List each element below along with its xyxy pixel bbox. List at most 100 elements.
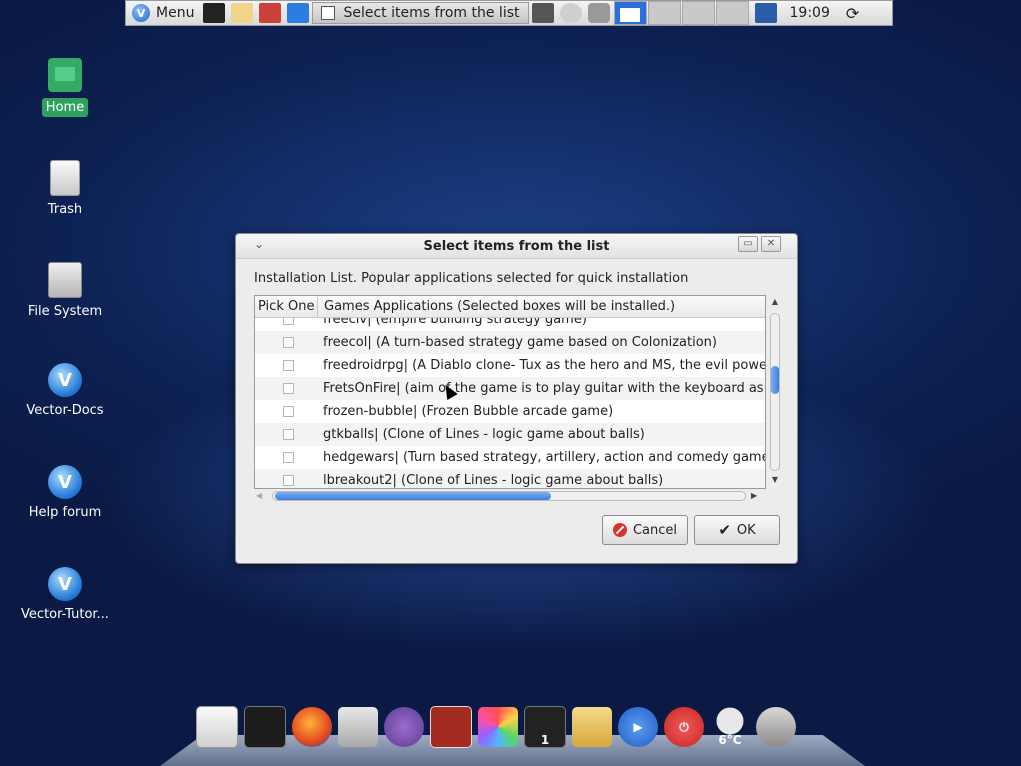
dialog-titlebar[interactable]: ⌄ Select items from the list ▭ ✕: [236, 234, 797, 259]
maximize-button[interactable]: ▭: [738, 236, 758, 252]
dock-folder-icon[interactable]: [572, 707, 612, 747]
vector-logo-icon: V: [48, 567, 82, 601]
desktop-icon-file-system[interactable]: File System: [15, 262, 115, 319]
vertical-scroll-track[interactable]: [770, 313, 780, 471]
workspace-4[interactable]: [715, 1, 749, 25]
trash-icon: [50, 160, 80, 196]
text-editor-launcher-icon[interactable]: [231, 3, 254, 23]
dock-color-picker-icon[interactable]: [478, 707, 518, 747]
checklist-rows: freeciv| (empire building strategy game)…: [255, 308, 765, 488]
row-checkbox[interactable]: [283, 360, 294, 371]
dock-terminal-icon[interactable]: [244, 706, 286, 748]
dialog-description: Installation List. Popular applications …: [254, 271, 689, 286]
scroll-down-arrow-icon[interactable]: ▼: [768, 473, 782, 487]
row-checkbox[interactable]: [283, 429, 294, 440]
network-icon[interactable]: [531, 3, 554, 23]
cancel-icon: [612, 523, 627, 537]
row-checkbox[interactable]: [283, 406, 294, 417]
table-row[interactable]: hedgewars| (Turn based strategy, artille…: [255, 446, 765, 469]
vector-logo-icon: V: [48, 465, 82, 499]
table-row[interactable]: lbreakout2| (Clone of Lines - logic game…: [255, 469, 765, 488]
dock-volume-icon[interactable]: [756, 707, 796, 747]
desktop-icon-vector-tutorials[interactable]: V Vector-Tutor...: [15, 567, 115, 622]
window-list-icon: [321, 6, 336, 20]
table-row[interactable]: freedroidrpg| (A Diablo clone- Tux as th…: [255, 354, 765, 377]
row-checkbox[interactable]: [283, 475, 294, 486]
row-text: gtkballs| (Clone of Lines - logic game a…: [323, 427, 645, 442]
vertical-scrollbar[interactable]: ▲ ▼: [768, 295, 782, 489]
desktop-icon-trash[interactable]: Trash: [15, 160, 115, 217]
table-row[interactable]: gtkballs| (Clone of Lines - logic game a…: [255, 423, 765, 446]
row-checkbox[interactable]: [283, 383, 294, 394]
dock-file-manager-icon[interactable]: [430, 706, 472, 748]
hard-drive-icon: [48, 262, 82, 298]
dock-calculator-icon[interactable]: [338, 707, 378, 747]
row-text: hedgewars| (Turn based strategy, artille…: [323, 450, 766, 465]
desktop-icon-label: File System: [27, 304, 103, 319]
desktop-icon-label: Vector-Docs: [26, 403, 104, 418]
horizontal-scroll-track[interactable]: [272, 491, 746, 501]
ok-button[interactable]: ✔ OK: [694, 515, 780, 545]
clock: 19:09: [789, 5, 830, 21]
refresh-icon[interactable]: ⟳: [840, 1, 865, 25]
row-text: freecol| (A turn-based strategy game bas…: [323, 335, 717, 350]
horizontal-scroll-thumb[interactable]: [275, 492, 551, 500]
checkmark-icon: ✔: [718, 521, 731, 539]
scroll-left-arrow-icon[interactable]: ◀: [256, 489, 262, 503]
scroll-right-arrow-icon[interactable]: ▶: [751, 489, 757, 503]
dialog-title: Select items from the list: [423, 239, 610, 254]
home-folder-icon: [48, 58, 82, 92]
row-checkbox[interactable]: [283, 452, 294, 463]
table-row[interactable]: frozen-bubble| (Frozen Bubble arcade gam…: [255, 400, 765, 423]
ok-button-label: OK: [736, 522, 756, 538]
dock-power-icon[interactable]: ⏻: [664, 707, 704, 747]
taskbar-task-select-items[interactable]: Select items from the list: [312, 2, 529, 24]
row-text: freedroidrpg| (A Diablo clone- Tux as th…: [323, 358, 766, 373]
table-header: Pick One Games Applications (Selected bo…: [255, 296, 765, 318]
trash-tray-icon[interactable]: [587, 3, 610, 23]
table-row[interactable]: freecol| (A turn-based strategy game bas…: [255, 331, 765, 354]
desktop-icon-label: Help forum: [28, 505, 102, 520]
desktop-icon-label: Vector-Tutor...: [21, 607, 109, 622]
table-row[interactable]: FretsOnFire| (aim of the game is to play…: [255, 377, 765, 400]
terminal-launcher-icon[interactable]: [203, 3, 226, 23]
dock-weather-icon[interactable]: 6°C: [710, 707, 750, 747]
row-text: frozen-bubble| (Frozen Bubble arcade gam…: [323, 404, 614, 419]
select-items-dialog: ⌄ Select items from the list ▭ ✕ Install…: [235, 233, 798, 564]
dock-pidgin-icon[interactable]: [384, 707, 424, 747]
workspace-number: 1: [540, 733, 550, 747]
workspace-1[interactable]: [613, 1, 647, 25]
checklist-table: freeciv| (empire building strategy game)…: [254, 295, 766, 489]
scroll-up-arrow-icon[interactable]: ▲: [768, 295, 782, 309]
task-title: Select items from the list: [343, 5, 520, 21]
dock: 1 ▶ ⏻ 6°C: [196, 702, 796, 752]
column-header-applications[interactable]: Games Applications (Selected boxes will …: [318, 296, 675, 317]
cancel-button[interactable]: Cancel: [602, 515, 688, 545]
vertical-scroll-thumb[interactable]: [771, 366, 779, 394]
file-manager-launcher-icon[interactable]: [259, 3, 282, 23]
menu-label: Menu: [156, 5, 195, 21]
dock-firefox-icon[interactable]: [292, 707, 332, 747]
close-button[interactable]: ✕: [761, 236, 781, 252]
desktop-icon-vector-docs[interactable]: V Vector-Docs: [15, 363, 115, 418]
menu-button[interactable]: V Menu: [126, 1, 200, 25]
desktop-icon-help-forum[interactable]: V Help forum: [15, 465, 115, 520]
vector-logo-icon: V: [132, 4, 150, 22]
column-header-pick-one[interactable]: Pick One: [255, 296, 318, 317]
horizontal-scrollbar[interactable]: ◀ ▶: [254, 489, 766, 503]
vector-logo-icon: V: [48, 363, 82, 397]
desktop-icon-label: Home: [41, 98, 89, 117]
row-checkbox[interactable]: [283, 337, 294, 348]
cancel-button-label: Cancel: [632, 522, 678, 538]
weather-temperature: 6°C: [718, 733, 742, 747]
settings-launcher-icon[interactable]: [287, 3, 310, 23]
workspace-2[interactable]: [647, 1, 681, 25]
dock-notes-icon[interactable]: [196, 706, 238, 748]
show-desktop-icon[interactable]: [754, 3, 777, 23]
dock-workspace-switcher-icon[interactable]: 1: [524, 706, 566, 748]
update-icon[interactable]: [559, 3, 582, 23]
row-text: FretsOnFire| (aim of the game is to play…: [323, 381, 764, 396]
workspace-3[interactable]: [681, 1, 715, 25]
dock-media-player-icon[interactable]: ▶: [618, 707, 658, 747]
desktop-icon-home[interactable]: Home: [15, 58, 115, 117]
